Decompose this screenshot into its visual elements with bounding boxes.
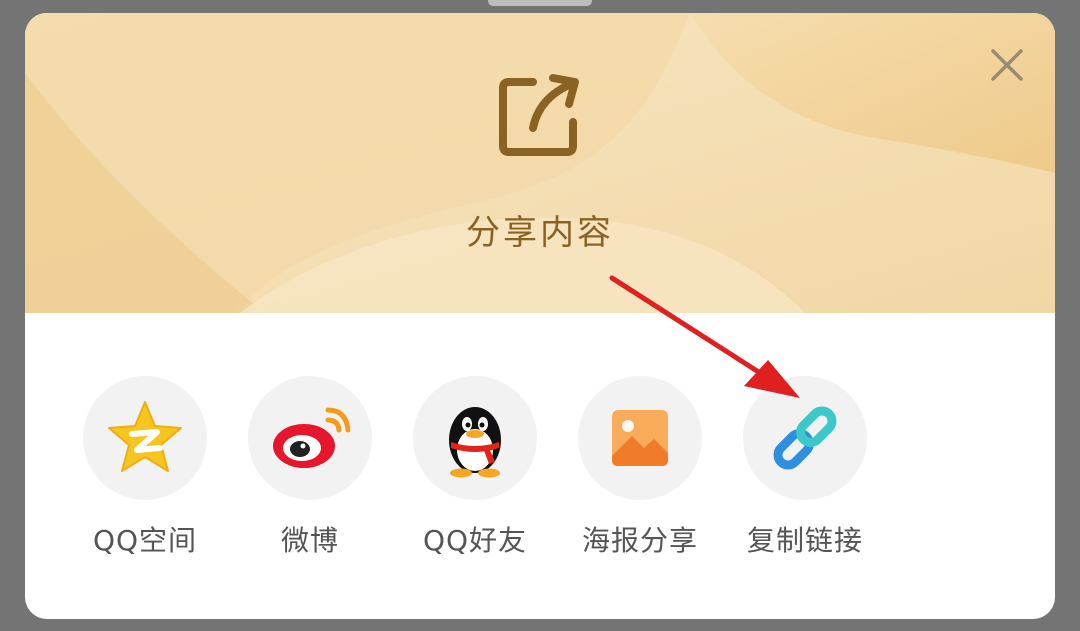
qq-penguin-icon[interactable] bbox=[413, 376, 537, 500]
close-icon[interactable] bbox=[983, 41, 1031, 89]
share-external-icon bbox=[499, 74, 579, 156]
option-icon-circle[interactable] bbox=[413, 376, 537, 500]
qzone-star-icon[interactable] bbox=[83, 376, 207, 500]
option-icon-circle[interactable] bbox=[578, 376, 702, 500]
option-icon-circle[interactable] bbox=[83, 376, 207, 500]
option-label: QQ好友 bbox=[422, 524, 528, 557]
header-background bbox=[25, 13, 1055, 313]
dialog-title: 分享内容 bbox=[466, 213, 614, 253]
share-option-qq-friend[interactable]: QQ好友 bbox=[395, 376, 555, 557]
share-option-copy-link[interactable]: 复制链接 bbox=[725, 376, 885, 557]
option-label: 海报分享 bbox=[581, 524, 698, 557]
share-options: QQ空间 微博 QQ好友 海报分享 复制链接 bbox=[25, 313, 1055, 619]
option-icon-circle[interactable] bbox=[248, 376, 372, 500]
drag-handle[interactable] bbox=[488, 0, 592, 6]
option-label: 复制链接 bbox=[746, 524, 863, 557]
weibo-icon[interactable] bbox=[248, 376, 372, 500]
share-option-weibo[interactable]: 微博 bbox=[230, 376, 390, 557]
option-icon-circle[interactable] bbox=[743, 376, 867, 500]
option-label: QQ空间 bbox=[92, 524, 198, 557]
dialog-header: 分享内容 bbox=[25, 13, 1055, 313]
close-button[interactable] bbox=[983, 41, 1031, 89]
link-chain-icon[interactable] bbox=[743, 376, 867, 500]
poster-image-icon[interactable] bbox=[578, 376, 702, 500]
share-dialog: 分享内容 QQ空间 微博 QQ好友 海报分享 复制链接 bbox=[25, 13, 1055, 619]
share-option-poster[interactable]: 海报分享 bbox=[560, 376, 720, 557]
share-option-qzone[interactable]: QQ空间 bbox=[65, 376, 225, 557]
option-label: 微博 bbox=[280, 524, 339, 557]
